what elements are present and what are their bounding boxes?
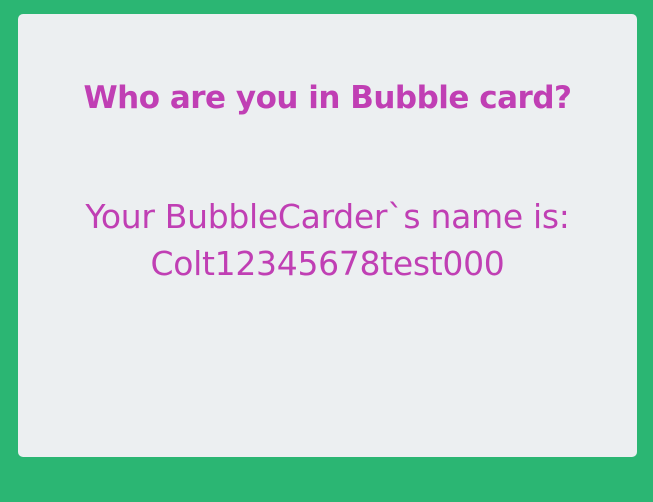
card-title: Who are you in Bubble card?: [83, 80, 572, 116]
bubblecarder-name: Colt12345678test000: [150, 244, 505, 283]
result-label: Your BubbleCarder`s name is:: [85, 197, 570, 236]
result-card: Who are you in Bubble card? Your BubbleC…: [18, 14, 637, 457]
result-text-block: Your BubbleCarder`s name is: Colt1234567…: [18, 193, 637, 287]
